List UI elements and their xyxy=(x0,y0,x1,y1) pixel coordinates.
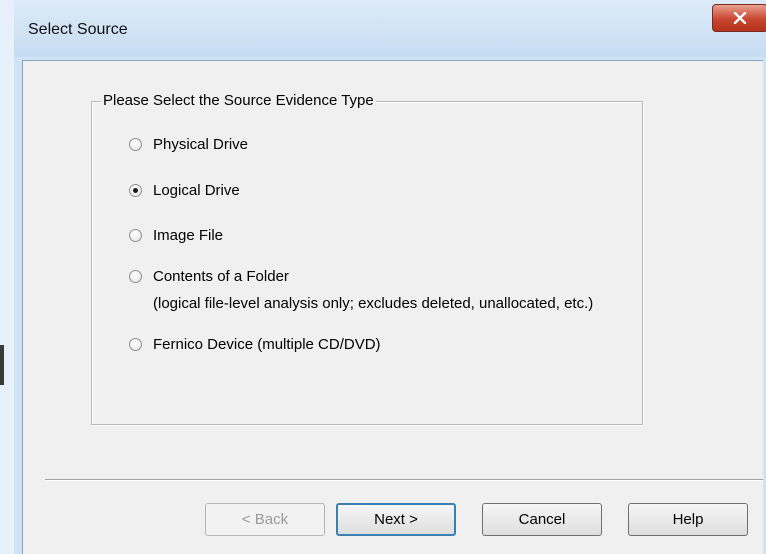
radio-unselected-icon[interactable] xyxy=(129,138,142,151)
title-bar[interactable]: Select Source xyxy=(14,0,766,57)
radio-label-contents-of-folder: Contents of a Folder xyxy=(153,268,289,285)
window-title: Select Source xyxy=(28,21,128,38)
radio-logical-drive[interactable]: Logical Drive xyxy=(129,182,240,200)
help-button[interactable]: Help xyxy=(628,503,748,536)
button-separator xyxy=(45,479,763,481)
dialog-window: Select Source Please Select the Source E… xyxy=(0,0,766,554)
radio-contents-of-folder[interactable]: Contents of a Folder (logical file-level… xyxy=(129,268,593,313)
radio-unselected-icon[interactable] xyxy=(129,270,142,283)
radio-label-fernico-device: Fernico Device (multiple CD/DVD) xyxy=(153,336,381,353)
radio-physical-drive[interactable]: Physical Drive xyxy=(129,136,248,154)
background-window-accent xyxy=(0,345,4,385)
cancel-button[interactable]: Cancel xyxy=(482,503,602,536)
dialog-client-area: Please Select the Source Evidence Type P… xyxy=(22,60,763,554)
groupbox-legend: Please Select the Source Evidence Type xyxy=(101,92,376,109)
radio-fernico-device[interactable]: Fernico Device (multiple CD/DVD) xyxy=(129,336,381,354)
close-x-icon xyxy=(733,12,747,24)
radio-label-physical-drive: Physical Drive xyxy=(153,136,249,153)
close-button[interactable] xyxy=(712,4,766,32)
radio-image-file[interactable]: Image File xyxy=(129,227,223,245)
background-window-edge xyxy=(0,0,14,554)
next-button[interactable]: Next > xyxy=(336,503,456,536)
radio-label-logical-drive: Logical Drive xyxy=(153,182,240,199)
back-button[interactable]: < Back xyxy=(205,503,325,536)
radio-sublabel-contents-of-folder: (logical file-level analysis only; exclu… xyxy=(153,295,594,312)
radio-dot xyxy=(133,188,138,193)
radio-selected-icon[interactable] xyxy=(129,184,142,197)
source-type-groupbox: Please Select the Source Evidence Type P… xyxy=(91,92,643,425)
radio-text-block-folder: Contents of a Folder (logical file-level… xyxy=(153,268,593,313)
radio-unselected-icon[interactable] xyxy=(129,338,142,351)
radio-label-image-file: Image File xyxy=(153,227,224,244)
radio-unselected-icon[interactable] xyxy=(129,229,142,242)
